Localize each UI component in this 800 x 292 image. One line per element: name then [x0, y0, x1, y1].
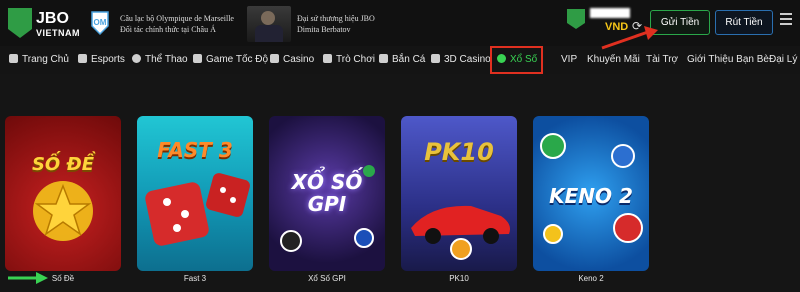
nav-label: VIP: [561, 54, 578, 65]
xo-so-gpi-logo: XỔ SỐ GPI: [291, 170, 363, 216]
ambassador-line2: Dimita Berbatov: [297, 25, 351, 34]
nav-label: Casino: [283, 54, 315, 65]
nav-label: Thể Thao: [145, 54, 188, 65]
nav-label: Trò Chơi: [336, 54, 375, 65]
nav-3d-casino[interactable]: 3D Casino: [431, 46, 491, 74]
marseille-partner-text: Câu lạc bộ Olympique de Marseille Đối tá…: [120, 13, 234, 35]
marseille-line1: Câu lạc bộ Olympique de Marseille: [120, 14, 234, 23]
nav-tro-choi[interactable]: Trò Chơi: [323, 46, 375, 74]
user-level-icon[interactable]: [567, 9, 585, 29]
caption-keno-2[interactable]: Keno 2: [533, 274, 649, 283]
red-arrow-icon: [601, 26, 658, 50]
top-header: JBO VIETNAM OM Câu lạc bộ Olympique de M…: [0, 0, 800, 46]
soccer-ball-icon: [132, 54, 141, 63]
brand-name: JBO: [36, 10, 69, 27]
ambassador-photo: [247, 6, 291, 42]
olympique-marseille-icon: OM: [91, 11, 109, 36]
caption-xo-so-gpi[interactable]: Xổ Số GPI: [269, 274, 385, 283]
nav-label: Giới Thiệu Bạn Bè: [687, 54, 769, 65]
green-arrow-icon: [8, 272, 48, 284]
hamburger-menu-icon[interactable]: [780, 13, 792, 25]
nav-label: Trang Chủ: [22, 54, 69, 65]
nav-dai-ly[interactable]: Đại Lý: [769, 46, 797, 74]
username-redacted: [590, 8, 630, 18]
nav-gioi-thieu-ban-be[interactable]: Giới Thiệu Bạn Bè: [687, 46, 769, 74]
jbo-shield-icon: [8, 8, 32, 38]
ambassador-line1: Đại sứ thương hiệu JBO: [297, 14, 375, 23]
svg-text:OM: OM: [94, 18, 107, 27]
nav-label: Esports: [91, 54, 125, 65]
nav-vip[interactable]: VIP: [561, 46, 577, 74]
game-card-xo-so-gpi[interactable]: XỔ SỐ GPI: [269, 116, 385, 271]
brand-sub: VIETNAM: [36, 28, 80, 38]
marseille-line2: Đối tác chính thức tại Châu Á: [120, 25, 216, 34]
nav-ban-ca[interactable]: Bắn Cá: [379, 46, 425, 74]
nav-esports[interactable]: Esports: [78, 46, 125, 74]
slot-icon: [323, 54, 332, 63]
fast-3-logo: FAST 3: [157, 138, 233, 162]
ambassador-text: Đại sứ thương hiệu JBO Dimita Berbatov: [297, 13, 375, 35]
nav-casino[interactable]: Casino: [270, 46, 314, 74]
so-de-artwork: [33, 181, 93, 241]
nav-label: Tài Trợ: [646, 54, 679, 65]
nav-trang-chu[interactable]: Trang Chủ: [9, 46, 69, 74]
nav-label: Game Tốc Độ: [206, 54, 269, 65]
so-de-logo: SỐ ĐỀ: [31, 154, 95, 175]
nav-label: Bắn Cá: [392, 54, 426, 65]
withdraw-button[interactable]: Rút Tiền: [715, 10, 773, 35]
home-icon: [9, 54, 18, 63]
esports-icon: [78, 54, 87, 63]
cards-icon: [270, 54, 279, 63]
nav-label: Đại Lý: [769, 54, 798, 65]
nav-label: Khuyến Mãi: [587, 54, 640, 65]
3d-icon: [431, 54, 440, 63]
nav-game-toc-do[interactable]: Game Tốc Độ: [193, 46, 268, 74]
active-nav-highlight: [490, 46, 543, 74]
game-card-keno-2[interactable]: KENO 2: [533, 116, 649, 271]
pk10-logo: PK10: [424, 138, 494, 166]
game-card-fast-3[interactable]: FAST 3: [137, 116, 253, 271]
keno-2-logo: KENO 2: [549, 184, 633, 208]
main-nav: Trang Chủ Esports Thể Thao Game Tốc Độ C…: [0, 46, 800, 74]
gamepad-icon: [193, 54, 202, 63]
game-card-so-de[interactable]: SỐ ĐỀ: [5, 116, 121, 271]
fish-icon: [379, 54, 388, 63]
caption-fast-3[interactable]: Fast 3: [137, 274, 253, 283]
game-card-pk10[interactable]: PK10: [401, 116, 517, 271]
jbo-logo[interactable]: JBO VIETNAM: [8, 8, 80, 40]
caption-pk10[interactable]: PK10: [401, 274, 517, 283]
nav-label: 3D Casino: [444, 54, 491, 65]
nav-the-thao[interactable]: Thể Thao: [132, 46, 188, 74]
